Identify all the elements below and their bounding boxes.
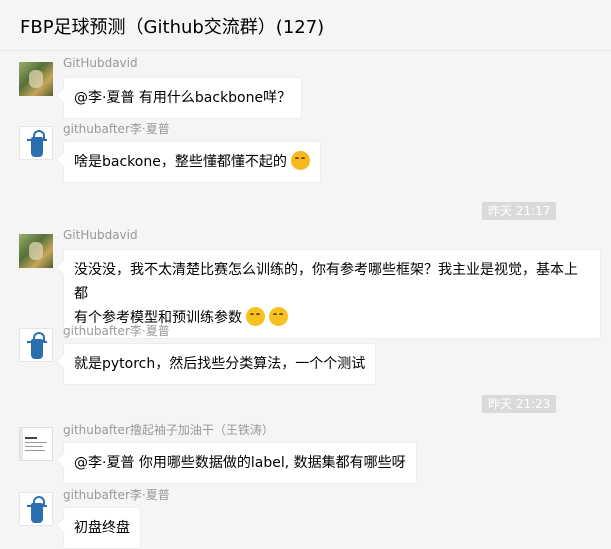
message-text: @李·夏普 你用哪些数据做的label, 数据集都有哪些呀 xyxy=(74,455,406,471)
avatar[interactable] xyxy=(19,492,53,526)
message-bubble[interactable]: 就是pytorch，然后找些分类算法，一个个测试 xyxy=(63,343,377,385)
message-bubble[interactable]: 初盘终盘 xyxy=(63,507,141,549)
sender-name: GitHubdavid xyxy=(63,56,138,70)
message-text-line-1: 没没没，我不太清楚比赛怎么训练的，你有参考哪些框架？我主业是视觉，基本上都 xyxy=(74,262,578,302)
avatar[interactable] xyxy=(19,234,53,268)
avatar[interactable] xyxy=(19,126,53,160)
sender-name: githubafter李·夏普 xyxy=(63,324,170,338)
timestamp: 昨天 21:17 xyxy=(482,202,557,220)
sender-name: githubafter李·夏普 xyxy=(63,122,170,136)
sender-name: githubafter李·夏普 xyxy=(63,488,170,502)
avatar[interactable] xyxy=(19,62,53,96)
thinking-icon xyxy=(246,307,265,326)
avatar[interactable] xyxy=(19,328,53,362)
message-text: 初盘终盘 xyxy=(74,520,130,536)
message-text: 就是pytorch，然后找些分类算法，一个个测试 xyxy=(74,356,366,372)
thinking-icon xyxy=(269,307,288,326)
avatar[interactable] xyxy=(19,427,53,461)
message-text: @李·夏普 有用什么backbone咩？ xyxy=(74,90,292,106)
rolling-laugh-icon xyxy=(290,151,310,170)
sender-name: GitHubdavid xyxy=(63,228,138,242)
timestamp: 昨天 21:23 xyxy=(482,395,557,413)
message-bubble[interactable]: 啥是backone，整些懂都懂不起的 xyxy=(63,141,321,183)
sender-name: githubafter撸起袖子加油干（王铁涛） xyxy=(63,423,274,437)
chat-header: FBP足球预测（Github交流群）(127) xyxy=(0,0,611,51)
message-bubble[interactable]: @李·夏普 有用什么backbone咩？ xyxy=(63,77,303,119)
message-text: 啥是backone，整些懂都懂不起的 xyxy=(74,154,287,170)
chat-title[interactable]: FBP足球预测（Github交流群）(127) xyxy=(20,13,324,39)
message-bubble[interactable]: @李·夏普 你用哪些数据做的label, 数据集都有哪些呀 xyxy=(63,442,417,484)
